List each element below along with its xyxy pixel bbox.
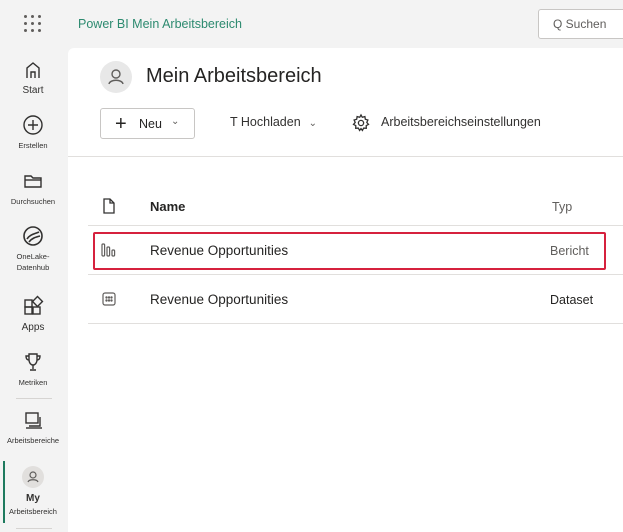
top-bar: Power BI Mein Arbeitsbereich Q Suchen [0, 0, 623, 48]
workspace-settings-label: Arbeitsbereichseinstellungen [381, 115, 541, 129]
nav-divider [16, 398, 52, 399]
report-icon [101, 243, 116, 257]
nav-label-create: Erstellen [18, 141, 48, 150]
apps-icon [24, 295, 44, 315]
nav-label-metrics: Metriken [18, 378, 48, 387]
workspace-avatar-icon [100, 61, 132, 93]
app-launcher-icon[interactable] [24, 15, 42, 33]
nav-item-onelake[interactable]: OneLake- Datenhub [0, 224, 66, 273]
chevron-down-icon: ⌄ [308, 118, 318, 129]
column-header-name[interactable]: Name [150, 199, 185, 214]
nav-item-metrics[interactable]: Metriken [0, 350, 66, 388]
search-input[interactable]: Q Suchen [538, 9, 623, 39]
create-plus-icon [23, 115, 43, 135]
folder-icon [24, 175, 42, 188]
left-nav: Start Erstellen Durchsuchen OneLake- Dat… [0, 48, 66, 532]
nav-label-onelake-1: OneLake- [16, 252, 50, 261]
item-name[interactable]: Revenue Opportunities [150, 292, 288, 307]
nav-label-start: Start [22, 85, 44, 96]
main-panel: Mein Arbeitsbereich + Neu ⌄ T Hochladen ⌄… [68, 48, 623, 532]
nav-item-my-workspace[interactable]: My Arbeitsbereich [0, 466, 66, 517]
table-row[interactable]: Revenue Opportunities Bericht [88, 226, 623, 275]
avatar-icon [22, 466, 44, 488]
upload-button-label: T Hochladen [230, 115, 301, 129]
page-title: Mein Arbeitsbereich [146, 65, 322, 87]
nav-label-workspaces: Arbeitsbereiche [6, 436, 60, 445]
nav-item-apps[interactable]: Apps [0, 295, 66, 333]
table-row[interactable]: Revenue Opportunities Dataset [88, 275, 623, 324]
workspace-settings-button[interactable]: Arbeitsbereichseinstellungen [351, 113, 541, 132]
nav-label-browse: Durchsuchen [10, 197, 56, 206]
content-table: Name Typ Revenue Opportunities Bericht R… [88, 178, 623, 324]
workspaces-icon [25, 412, 42, 429]
nav-item-browse[interactable]: Durchsuchen [0, 169, 66, 207]
product-title[interactable]: Power BI Mein Arbeitsbereich [78, 17, 242, 31]
onelake-icon [23, 226, 43, 246]
upload-button[interactable]: T Hochladen ⌄ [230, 115, 317, 129]
nav-label-my: My [26, 493, 40, 504]
home-icon [26, 62, 40, 78]
nav-label-onelake-2: Datenhub [16, 263, 50, 272]
file-type-icon [103, 198, 115, 214]
column-header-type[interactable]: Typ [552, 200, 572, 214]
nav-label-my-workspace: Arbeitsbereich [9, 507, 57, 516]
item-type: Bericht [550, 244, 589, 258]
trophy-icon [25, 353, 41, 371]
table-header: Name Typ [88, 178, 623, 226]
dataset-icon [102, 292, 116, 306]
nav-item-start[interactable]: Start [0, 58, 66, 96]
nav-item-workspaces[interactable]: Arbeitsbereiche [0, 408, 66, 446]
nav-item-create[interactable]: Erstellen [0, 113, 66, 151]
new-button[interactable]: + Neu ⌄ [100, 108, 195, 139]
item-name[interactable]: Revenue Opportunities [150, 243, 288, 258]
nav-divider-bottom [16, 528, 52, 529]
toolbar-divider [68, 156, 623, 157]
nav-label-apps: Apps [21, 322, 45, 333]
new-button-label: Neu [139, 117, 162, 131]
plus-icon: + [115, 113, 127, 135]
gear-icon [352, 113, 370, 132]
chevron-down-icon: ⌄ [171, 116, 180, 127]
item-type: Dataset [550, 293, 594, 307]
